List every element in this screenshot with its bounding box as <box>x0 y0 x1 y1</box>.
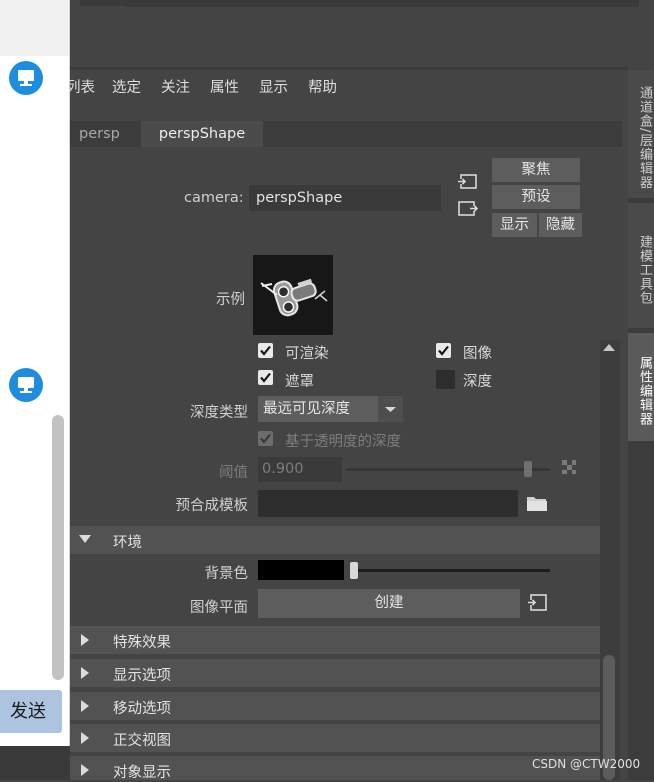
send-button[interactable]: 发送 <box>0 690 62 733</box>
transparency-depth-checkbox[interactable] <box>258 431 273 446</box>
panel-divider[interactable] <box>70 67 628 70</box>
section-environment[interactable]: 环境 <box>70 526 600 554</box>
section-object-display[interactable]: 对象显示 <box>70 756 600 781</box>
pre-composite-template-label: 预合成模板 <box>175 498 249 514</box>
background-color-swatch[interactable] <box>258 560 344 580</box>
show-button[interactable]: 显示 <box>492 213 537 237</box>
focus-input-icon[interactable] <box>457 173 479 195</box>
menu-list[interactable]: 列表 <box>66 76 95 97</box>
tab-perspshape[interactable]: perspShape <box>141 121 263 147</box>
tab-channel-box-layer-editor[interactable]: 通道盒/层编辑器 <box>628 70 654 198</box>
menu-focus[interactable]: 关注 <box>161 76 190 97</box>
presets-button[interactable]: 预设 <box>492 185 580 209</box>
transparency-depth-label: 基于透明度的深度 <box>285 434 401 450</box>
camera-label: camera: <box>184 190 244 206</box>
menu-select[interactable]: 选定 <box>112 76 141 97</box>
folder-icon[interactable] <box>526 494 548 516</box>
focus-button[interactable]: 聚焦 <box>492 158 580 182</box>
background-color-slider-track[interactable] <box>350 569 550 572</box>
create-image-plane-button[interactable]: 创建 <box>258 589 520 618</box>
top-toolbar <box>70 0 654 68</box>
renderable-label: 可渲染 <box>285 346 329 362</box>
image-plane-label: 图像平面 <box>190 600 248 616</box>
camera-name-field[interactable]: perspShape <box>249 185 441 211</box>
triangle-right-icon <box>81 667 89 679</box>
section-environment-title: 环境 <box>113 535 142 551</box>
threshold-slider-handle[interactable] <box>524 461 532 477</box>
depth-label: 深度 <box>463 374 492 390</box>
chevron-down-icon[interactable] <box>378 396 403 422</box>
pre-composite-template-field[interactable] <box>258 490 518 517</box>
section-object-display-title: 对象显示 <box>113 765 171 781</box>
chat-scrollbar-thumb[interactable] <box>52 415 64 680</box>
section-display-options-title: 显示选项 <box>113 668 171 684</box>
section-special-effects-title: 特殊效果 <box>113 635 171 651</box>
triangle-right-icon <box>81 700 89 712</box>
checker-icon[interactable] <box>562 460 576 474</box>
camera-swatch-image <box>253 255 333 335</box>
image-checkbox[interactable] <box>436 343 451 358</box>
image-label: 图像 <box>463 346 492 362</box>
depth-checkbox[interactable] <box>436 370 455 389</box>
monitor-icon[interactable] <box>9 368 43 402</box>
tab-modeling-toolkit[interactable]: 建模工具包 <box>628 203 654 328</box>
threshold-label: 阈值 <box>219 465 248 481</box>
triangle-down-icon <box>79 535 91 543</box>
hide-button[interactable]: 隐藏 <box>539 213 582 237</box>
renderable-checkbox[interactable] <box>258 343 273 358</box>
tab-persp[interactable]: persp <box>70 121 140 147</box>
section-move-options[interactable]: 移动选项 <box>70 692 600 720</box>
chat-top-strip <box>0 0 69 56</box>
top-tab-fragment <box>80 0 126 6</box>
background-color-slider-handle[interactable] <box>350 562 358 579</box>
section-move-options-title: 移动选项 <box>113 701 171 717</box>
monitor-icon[interactable] <box>9 61 43 95</box>
threshold-field[interactable]: 0.900 <box>258 457 342 482</box>
triangle-right-icon <box>81 732 89 744</box>
tab-attribute-editor[interactable]: 属性编辑器 <box>628 333 654 441</box>
mask-checkbox[interactable] <box>258 370 273 385</box>
menu-attributes[interactable]: 属性 <box>210 76 239 97</box>
below-chat-area <box>0 746 70 780</box>
triangle-right-icon <box>81 764 89 776</box>
section-orthographic-views-title: 正交视图 <box>113 733 171 749</box>
section-special-effects[interactable]: 特殊效果 <box>70 626 600 654</box>
scroll-up-arrow-icon[interactable] <box>603 344 615 351</box>
background-color-label: 背景色 <box>204 566 249 582</box>
focus-output-icon[interactable] <box>457 200 479 222</box>
depth-type-label: 深度类型 <box>190 405 248 421</box>
threshold-slider-track[interactable] <box>346 468 550 471</box>
top-strip <box>125 0 639 7</box>
sample-label: 示例 <box>216 292 245 308</box>
triangle-right-icon <box>81 634 89 646</box>
connect-input-icon[interactable] <box>527 593 549 617</box>
section-orthographic-views[interactable]: 正交视图 <box>70 724 600 752</box>
mask-label: 遮罩 <box>285 374 314 390</box>
menu-help[interactable]: 帮助 <box>308 76 337 97</box>
watermark: CSDN @CTW2000 <box>532 757 641 771</box>
section-display-options[interactable]: 显示选项 <box>70 659 600 687</box>
menu-display[interactable]: 显示 <box>259 76 288 97</box>
